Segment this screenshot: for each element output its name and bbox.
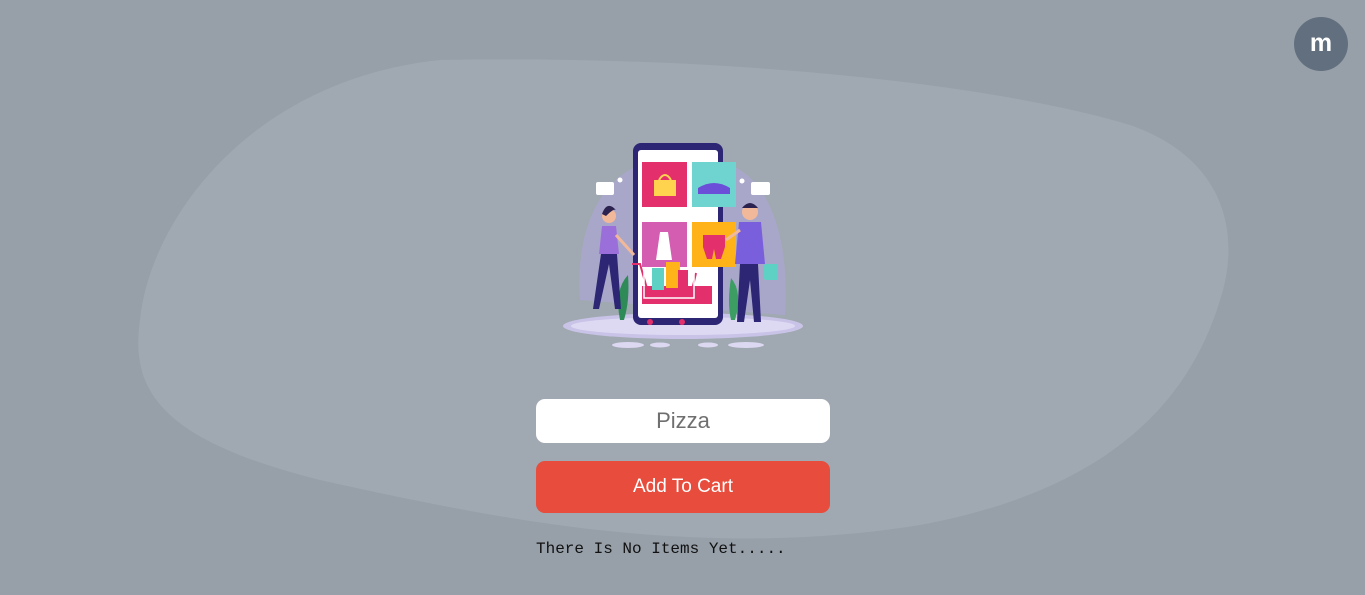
empty-cart-message: There Is No Items Yet..... — [536, 540, 786, 558]
shopping-illustration — [563, 143, 803, 348]
page: m Pizza Add To Cart There Is No Items Ye… — [0, 0, 1365, 595]
item-input[interactable] — [536, 399, 830, 443]
user-avatar[interactable]: m — [1294, 17, 1348, 71]
add-to-cart-button[interactable]: Add To Cart — [536, 461, 830, 513]
